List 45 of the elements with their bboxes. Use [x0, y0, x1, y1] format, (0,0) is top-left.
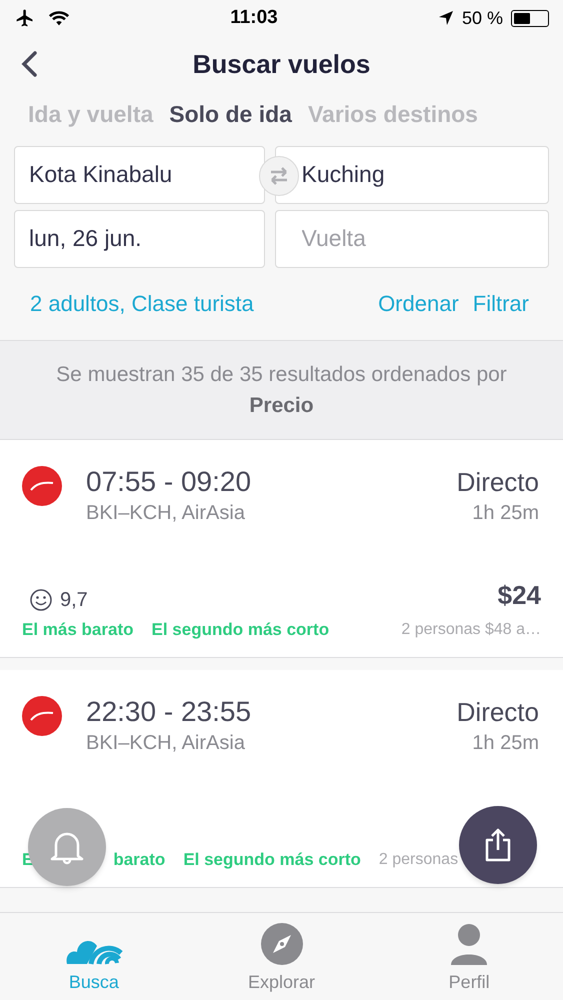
- price-note: 2 personas: [378, 850, 458, 870]
- filter-link[interactable]: Filtrar: [472, 287, 529, 320]
- trip-type-tab[interactable]: Varios destinos: [308, 97, 478, 132]
- battery-icon: [510, 10, 549, 26]
- airline-logo-icon: [22, 466, 62, 506]
- person-icon: [449, 923, 490, 965]
- trip-type-tab[interactable]: Solo de ida: [169, 97, 292, 132]
- return-date-field[interactable]: Vuelta: [274, 210, 549, 268]
- flight-duration: 1h 25m: [472, 730, 539, 756]
- battery-percent: 50 %: [462, 6, 503, 30]
- nav-tab[interactable]: Busca: [0, 913, 188, 1000]
- highlight-tag: El segundo más corto: [152, 616, 330, 642]
- nav-tab[interactable]: Perfil: [375, 913, 563, 1000]
- stops-label: Directo: [456, 466, 539, 498]
- highlight-tag: barato: [113, 846, 166, 872]
- sort-link[interactable]: Ordenar: [378, 287, 459, 320]
- flight-route: BKI–KCH, AirAsia: [86, 500, 246, 526]
- wifi-icon: [48, 9, 70, 27]
- location-arrow-icon: [438, 10, 454, 26]
- stops-label: Directo: [456, 696, 539, 728]
- smiley-icon: [30, 588, 52, 610]
- screen-title: Buscar vuelos: [192, 48, 370, 80]
- back-icon[interactable]: [20, 50, 38, 78]
- price-note: 2 personas $48 a…: [401, 620, 541, 640]
- swap-icon: [268, 166, 290, 186]
- highlight-tag: El segundo más corto: [183, 846, 361, 872]
- rating-score: 9,7: [60, 588, 88, 612]
- passengers-link[interactable]: 2 adultos, Clase turista: [30, 287, 254, 320]
- flight-duration: 1h 25m: [472, 500, 539, 526]
- results-summary: Se muestran 35 de 35 resultados ordenados por Precio: [55, 362, 508, 418]
- flight-card[interactable]: 07:55 - 09:20 BKI–KCH, AirAsia Directo 1h 25m 9,7 $24 El más barato El segundo más corto 2 personas $48 a…: [0, 440, 563, 658]
- flight-price: $24: [498, 578, 541, 612]
- highlight-tag: El más barato: [22, 616, 134, 642]
- share-icon: [483, 828, 513, 862]
- compass-icon: [260, 923, 302, 965]
- airline-logo-icon: [22, 696, 62, 736]
- flight-times: 07:55 - 09:20: [86, 466, 252, 498]
- nav-tab[interactable]: Explorar: [188, 913, 376, 1000]
- status-time: 11:03: [230, 6, 278, 30]
- departure-date-field[interactable]: lun, 26 jun.: [14, 210, 264, 268]
- destination-field[interactable]: Kuching: [274, 146, 549, 204]
- trip-type-tab[interactable]: Ida y vuelta: [28, 97, 154, 132]
- flight-times: 22:30 - 23:55: [86, 696, 252, 728]
- flight-route: BKI–KCH, AirAsia: [86, 730, 246, 756]
- origin-field[interactable]: Kota Kinabalu: [14, 146, 264, 204]
